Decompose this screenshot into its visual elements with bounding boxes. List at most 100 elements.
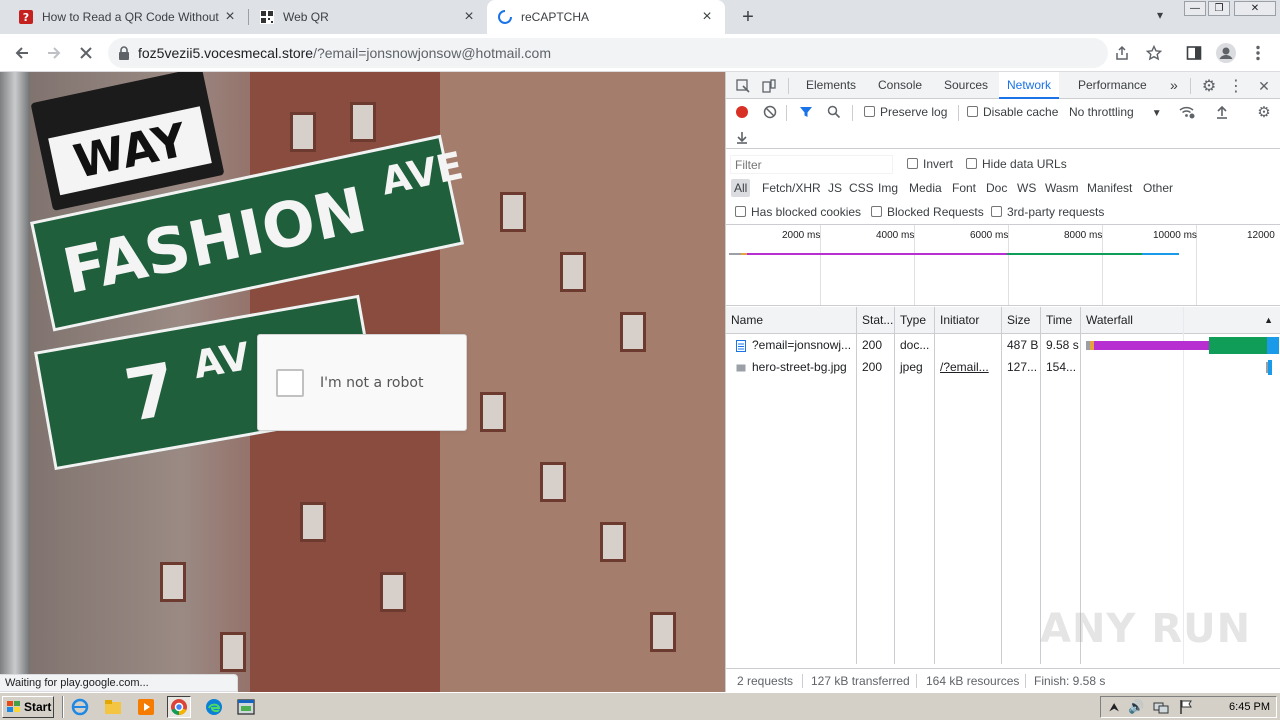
network-conditions-icon[interactable] [1178,104,1196,120]
filter-type-img[interactable]: Img [875,179,901,197]
checkbox-box[interactable] [967,106,978,117]
edge-icon[interactable] [202,696,226,718]
checkbox-box[interactable] [966,158,977,169]
lock-icon[interactable] [118,46,130,60]
table-row[interactable]: ?email=jonsnowj... 200 doc... 487 B 9.58… [726,335,1280,356]
settings-gear-icon[interactable]: ⚙ [1200,77,1218,95]
filter-type-media[interactable]: Media [906,179,945,197]
timeline-bar-queued [729,253,741,255]
tab-qr-article[interactable]: ? How to Read a QR Code Without a C × [8,0,248,34]
filter-type-manifest[interactable]: Manifest [1084,179,1135,197]
tab-recaptcha[interactable]: reCAPTCHA × [487,0,725,34]
third-party-requests-checkbox[interactable]: 3rd-party requests [991,205,1104,219]
column-header-time[interactable]: Time [1041,307,1080,334]
media-player-icon[interactable] [134,696,158,718]
back-button[interactable] [8,39,36,67]
bookmark-star-icon[interactable] [1140,39,1168,67]
import-har-icon[interactable] [1214,104,1230,120]
start-button[interactable]: Start [2,696,54,718]
close-devtools-icon[interactable]: ✕ [1255,77,1273,95]
filter-type-font[interactable]: Font [949,179,979,197]
checkbox-box[interactable] [907,158,918,169]
restore-button[interactable]: ❐ [1208,1,1230,16]
side-panel-icon[interactable] [1180,39,1208,67]
address-bar[interactable]: foz5vezii5.vocesmecal.store/?email=jonsn… [108,38,1108,68]
devtools-tab-console[interactable]: Console [870,72,930,99]
stop-loading-button[interactable] [72,39,100,67]
tray-expand-icon[interactable]: ⮝ [1109,700,1119,715]
devtools-tab-performance[interactable]: Performance [1070,72,1155,99]
column-header-waterfall[interactable]: Waterfall ▲ [1081,307,1280,334]
disable-cache-checkbox[interactable]: Disable cache [967,105,1058,119]
blocked-requests-checkbox[interactable]: Blocked Requests [871,205,984,219]
request-initiator[interactable]: /?email... [935,357,1001,378]
chrome-taskbar-button[interactable] [167,696,191,718]
column-header-name[interactable]: Name [726,307,856,334]
devtools-tab-sources[interactable]: Sources [936,72,996,99]
tab-web-qr[interactable]: Web QR × [249,0,487,34]
column-header-size[interactable]: Size [1002,307,1040,334]
network-settings-gear-icon[interactable]: ⚙ [1256,104,1272,121]
devtools-menu-icon[interactable]: ⋮ [1227,77,1245,95]
clear-icon[interactable] [762,104,778,120]
checkbox-box[interactable] [991,206,1002,217]
export-har-icon[interactable] [734,129,750,145]
filter-type-js[interactable]: JS [825,179,845,197]
checkbox-box[interactable] [871,206,882,217]
hide-data-urls-checkbox[interactable]: Hide data URLs [966,157,1067,171]
page-viewport: WAY FASHION AVE 7 AV I'm not a robot [0,72,725,692]
new-tab-button[interactable]: + [736,6,760,28]
filter-type-all[interactable]: All [731,179,751,197]
close-window-button[interactable]: ✕ [1234,1,1276,16]
filter-type-ws[interactable]: WS [1014,179,1039,197]
checkbox-box[interactable] [735,206,746,217]
filter-type-doc[interactable]: Doc [983,179,1010,197]
close-tab-icon[interactable]: × [461,9,477,25]
internet-explorer-icon[interactable] [68,696,92,718]
request-initiator[interactable] [935,335,1001,356]
qr-help-icon: ? [18,9,34,25]
file-explorer-icon[interactable] [101,696,125,718]
filter-type-wasm[interactable]: Wasm [1042,179,1082,197]
table-row[interactable]: hero-street-bg.jpg 200 jpeg /?email... 1… [726,357,1280,378]
invert-checkbox[interactable]: Invert [907,157,953,171]
kebab-menu-icon[interactable] [1244,39,1272,67]
filter-type-other[interactable]: Other [1140,179,1176,197]
qr-code-icon [259,9,275,25]
more-tabs-button[interactable]: » [1162,72,1186,99]
share-icon[interactable] [1108,39,1136,67]
column-header-status[interactable]: Stat... [857,307,894,334]
recaptcha-checkbox[interactable] [276,368,304,397]
minimize-button[interactable]: — [1184,1,1206,16]
action-center-flag-icon[interactable] [1179,699,1193,718]
network-overview-timeline[interactable]: 2000 ms 4000 ms 6000 ms 8000 ms 10000 ms… [726,224,1280,306]
summary-divider [802,674,803,688]
filter-input[interactable] [730,155,893,174]
preserve-log-checkbox[interactable]: Preserve log [864,105,947,119]
filter-funnel-icon[interactable] [798,104,814,120]
devtools-tab-elements[interactable]: Elements [798,72,864,99]
column-header-initiator[interactable]: Initiator [935,307,1001,334]
filter-type-css[interactable]: CSS [846,179,877,197]
taskbar-clock[interactable]: 6:45 PM [1229,697,1270,717]
checkbox-box[interactable] [864,106,875,117]
close-tab-icon[interactable]: × [699,9,715,25]
network-icon[interactable] [1153,699,1169,718]
tab-search-icon[interactable]: ▾ [1150,8,1170,26]
forward-button[interactable] [40,39,68,67]
volume-icon[interactable]: 🔊 [1128,699,1144,715]
throttling-select[interactable]: No throttling ▼ [1069,105,1162,119]
devtools-tab-network[interactable]: Network [999,72,1060,99]
column-header-type[interactable]: Type [895,307,934,334]
profile-avatar-icon[interactable] [1212,39,1240,67]
close-tab-icon[interactable]: × [222,9,238,25]
remote-window-icon[interactable] [234,696,258,718]
device-toolbar-icon[interactable] [760,77,778,95]
inspect-element-icon[interactable] [734,77,752,95]
has-blocked-cookies-checkbox[interactable]: Has blocked cookies [735,205,861,219]
third-party-requests-label: 3rd-party requests [1007,205,1105,219]
record-icon[interactable] [734,104,750,120]
waterfall-segment-waiting [1094,341,1209,350]
filter-type-fetch-xhr[interactable]: Fetch/XHR [759,179,824,197]
search-icon[interactable] [826,104,842,120]
